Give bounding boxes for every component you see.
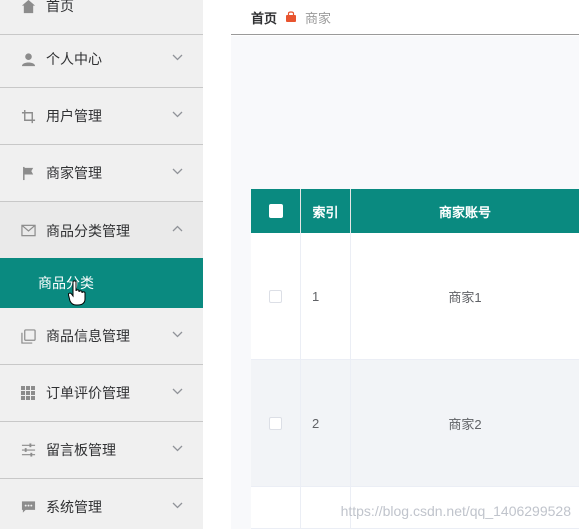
sidebar-item-personal-center[interactable]: 个人中心	[0, 31, 203, 88]
chat-icon	[20, 499, 36, 515]
breadcrumb-home[interactable]: 首页	[251, 8, 277, 27]
chevron-down-icon	[171, 108, 183, 120]
sidebar-item-system-management[interactable]: 系统管理	[0, 479, 203, 529]
sidebar-subitem-category[interactable]: 商品分类	[0, 258, 203, 308]
sidebar-item-merchant-management[interactable]: 商家管理	[0, 145, 203, 202]
content-area: 索引 商家账号 1 商家1 2 商家2	[231, 36, 579, 529]
grid-icon	[20, 385, 36, 401]
row-merchant-account: 商家1	[448, 290, 482, 305]
sidebar-item-label: 商品分类管理	[46, 222, 130, 239]
row-checkbox[interactable]	[269, 417, 282, 430]
row-select-cell[interactable]	[251, 233, 301, 360]
merchant-table: 索引 商家账号 1 商家1 2 商家2	[251, 189, 579, 529]
sidebar-item-label: 订单评价管理	[46, 385, 130, 401]
home-icon	[20, 0, 36, 14]
table-row: 2 商家2	[251, 360, 579, 487]
sidebar-item-user-management[interactable]: 用户管理	[0, 88, 203, 145]
header-select-all[interactable]	[251, 189, 301, 233]
hand-pointer-icon	[67, 280, 86, 306]
breadcrumb-current: 商家	[305, 10, 332, 26]
row-index: 1	[301, 233, 351, 360]
row-merchant-account: 商家2	[448, 417, 482, 432]
table-header: 索引 商家账号	[251, 189, 579, 233]
chevron-down-icon	[171, 385, 183, 397]
header-index: 索引	[301, 189, 351, 233]
sidebar: 首页 个人中心 用户管理 商家管理 商品分类管理 商品分类 商品信息管理 订单评…	[0, 0, 203, 529]
sidebar-item-category-management[interactable]: 商品分类管理	[0, 202, 203, 259]
chevron-down-icon	[171, 165, 183, 177]
sidebar-item-label: 商家管理	[46, 165, 102, 181]
bag-icon	[285, 11, 297, 23]
chevron-down-icon	[171, 328, 183, 340]
main-content: 首页 商家 索引 商家账号 1 商家1 2 商家2	[231, 0, 579, 529]
sidebar-item-label: 个人中心	[46, 51, 102, 67]
sidebar-item-label: 留言板管理	[46, 442, 116, 458]
sidebar-item-label: 用户管理	[46, 108, 102, 124]
sidebar-item-product-info-management[interactable]: 商品信息管理	[0, 308, 203, 365]
copy-icon	[20, 328, 36, 344]
row-select-cell[interactable]	[251, 487, 301, 529]
chevron-down-icon	[171, 499, 183, 511]
row-index: 2	[301, 360, 351, 487]
breadcrumb: 首页 商家	[231, 0, 579, 35]
sidebar-item-order-review-management[interactable]: 订单评价管理	[0, 365, 203, 422]
chevron-down-icon	[171, 442, 183, 454]
chevron-down-icon	[171, 51, 183, 63]
header-merchant-account: 商家账号	[438, 204, 491, 220]
mail-icon	[20, 223, 36, 239]
sidebar-item-message-board-management[interactable]: 留言板管理	[0, 422, 203, 479]
crop-icon	[20, 108, 36, 124]
row-select-cell[interactable]	[251, 360, 301, 487]
flag-icon	[20, 165, 36, 181]
select-all-checkbox[interactable]	[268, 204, 283, 218]
watermark: https://blog.csdn.net/qq_1406299528	[340, 503, 571, 519]
sliders-icon	[20, 442, 36, 458]
sidebar-item-home[interactable]: 首页	[0, 0, 203, 35]
row-checkbox[interactable]	[269, 290, 282, 303]
sidebar-item-label: 系统管理	[46, 499, 102, 515]
sidebar-item-label: 商品信息管理	[46, 328, 130, 344]
chevron-up-icon	[171, 223, 183, 235]
table-row: 1 商家1	[251, 233, 579, 360]
user-icon	[20, 51, 36, 67]
sidebar-item-label: 首页	[46, 0, 74, 14]
